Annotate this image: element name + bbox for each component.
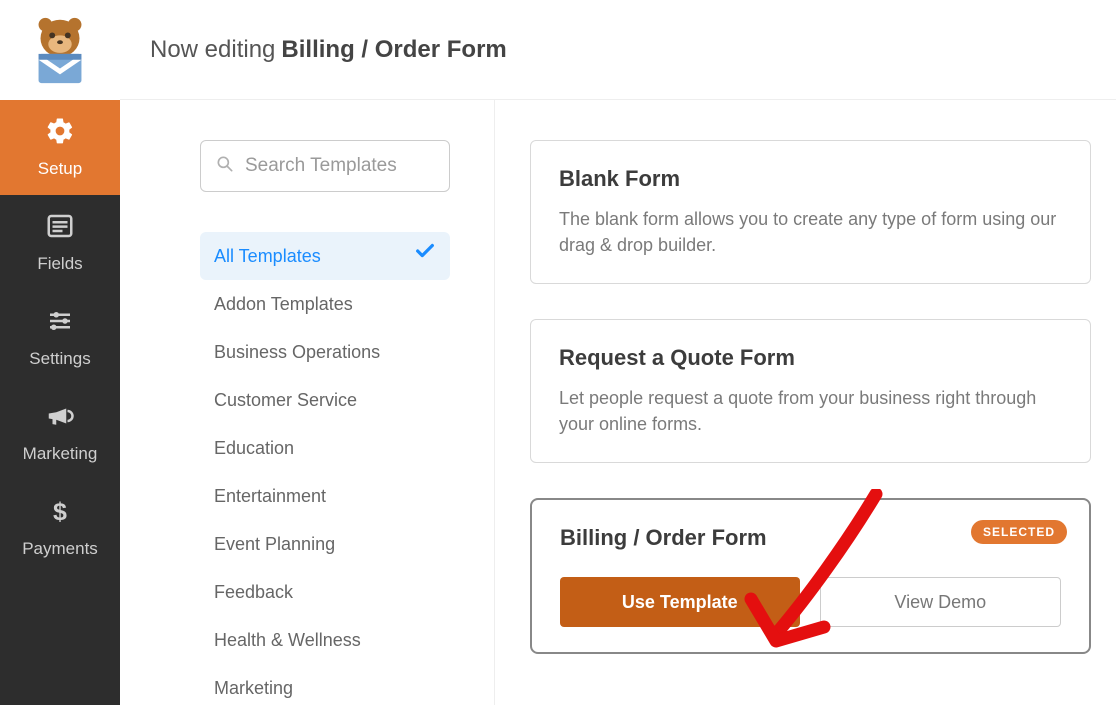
title-prefix: Now editing (150, 36, 275, 64)
use-template-button[interactable]: Use Template (560, 577, 800, 627)
check-icon (414, 232, 436, 280)
category-label: All Templates (214, 232, 321, 280)
template-title: Blank Form (559, 166, 1062, 192)
nav-rail: Setup Fields Settings Marketing $ Paymen… (0, 0, 120, 705)
category-label: Marketing (214, 664, 293, 705)
template-card-blank-form[interactable]: Blank Form The blank form allows you to … (530, 140, 1091, 284)
template-card-request-quote[interactable]: Request a Quote Form Let people request … (530, 319, 1091, 463)
list-icon (45, 211, 75, 246)
category-health-wellness[interactable]: Health & Wellness (200, 616, 450, 664)
category-marketing[interactable]: Marketing (200, 664, 450, 705)
category-entertainment[interactable]: Entertainment (200, 472, 450, 520)
title-bar: Now editing Billing / Order Form (120, 0, 1116, 100)
nav-item-fields[interactable]: Fields (0, 195, 120, 290)
nav-label: Payments (22, 539, 98, 559)
category-feedback[interactable]: Feedback (200, 568, 450, 616)
category-label: Event Planning (214, 520, 335, 568)
template-card-billing-order[interactable]: SELECTED Billing / Order Form Use Templa… (530, 498, 1091, 654)
template-categories-panel: All Templates Addon Templates Business O… (120, 100, 495, 705)
nav-item-settings[interactable]: Settings (0, 290, 120, 385)
nav-label: Fields (37, 254, 82, 274)
template-description: The blank form allows you to create any … (559, 206, 1062, 258)
category-label: Addon Templates (214, 280, 353, 328)
dollar-icon: $ (45, 496, 75, 531)
category-label: Health & Wellness (214, 616, 361, 664)
category-label: Education (214, 424, 294, 472)
category-customer-service[interactable]: Customer Service (200, 376, 450, 424)
search-icon (215, 154, 235, 179)
title-form-name: Billing / Order Form (281, 36, 506, 64)
search-templates-input[interactable] (245, 155, 435, 177)
category-addon-templates[interactable]: Addon Templates (200, 280, 450, 328)
gear-icon (45, 116, 75, 151)
bullhorn-icon (45, 401, 75, 436)
nav-label: Setup (38, 159, 82, 179)
category-business-operations[interactable]: Business Operations (200, 328, 450, 376)
template-cards-panel: Blank Form The blank form allows you to … (495, 100, 1116, 705)
app-logo (0, 0, 120, 100)
category-label: Customer Service (214, 376, 357, 424)
view-demo-button[interactable]: View Demo (820, 577, 1062, 627)
category-education[interactable]: Education (200, 424, 450, 472)
selected-badge: SELECTED (971, 520, 1067, 544)
category-event-planning[interactable]: Event Planning (200, 520, 450, 568)
nav-label: Settings (29, 349, 90, 369)
search-template-wrap (200, 140, 450, 192)
category-label: Entertainment (214, 472, 326, 520)
template-title: Request a Quote Form (559, 345, 1062, 371)
nav-label: Marketing (23, 444, 98, 464)
category-label: Business Operations (214, 328, 380, 376)
sliders-icon (45, 306, 75, 341)
category-label: Feedback (214, 568, 293, 616)
svg-text:$: $ (53, 498, 67, 526)
nav-item-payments[interactable]: $ Payments (0, 480, 120, 575)
nav-item-setup[interactable]: Setup (0, 100, 120, 195)
category-all-templates[interactable]: All Templates (200, 232, 450, 280)
template-description: Let people request a quote from your bus… (559, 385, 1062, 437)
nav-item-marketing[interactable]: Marketing (0, 385, 120, 480)
